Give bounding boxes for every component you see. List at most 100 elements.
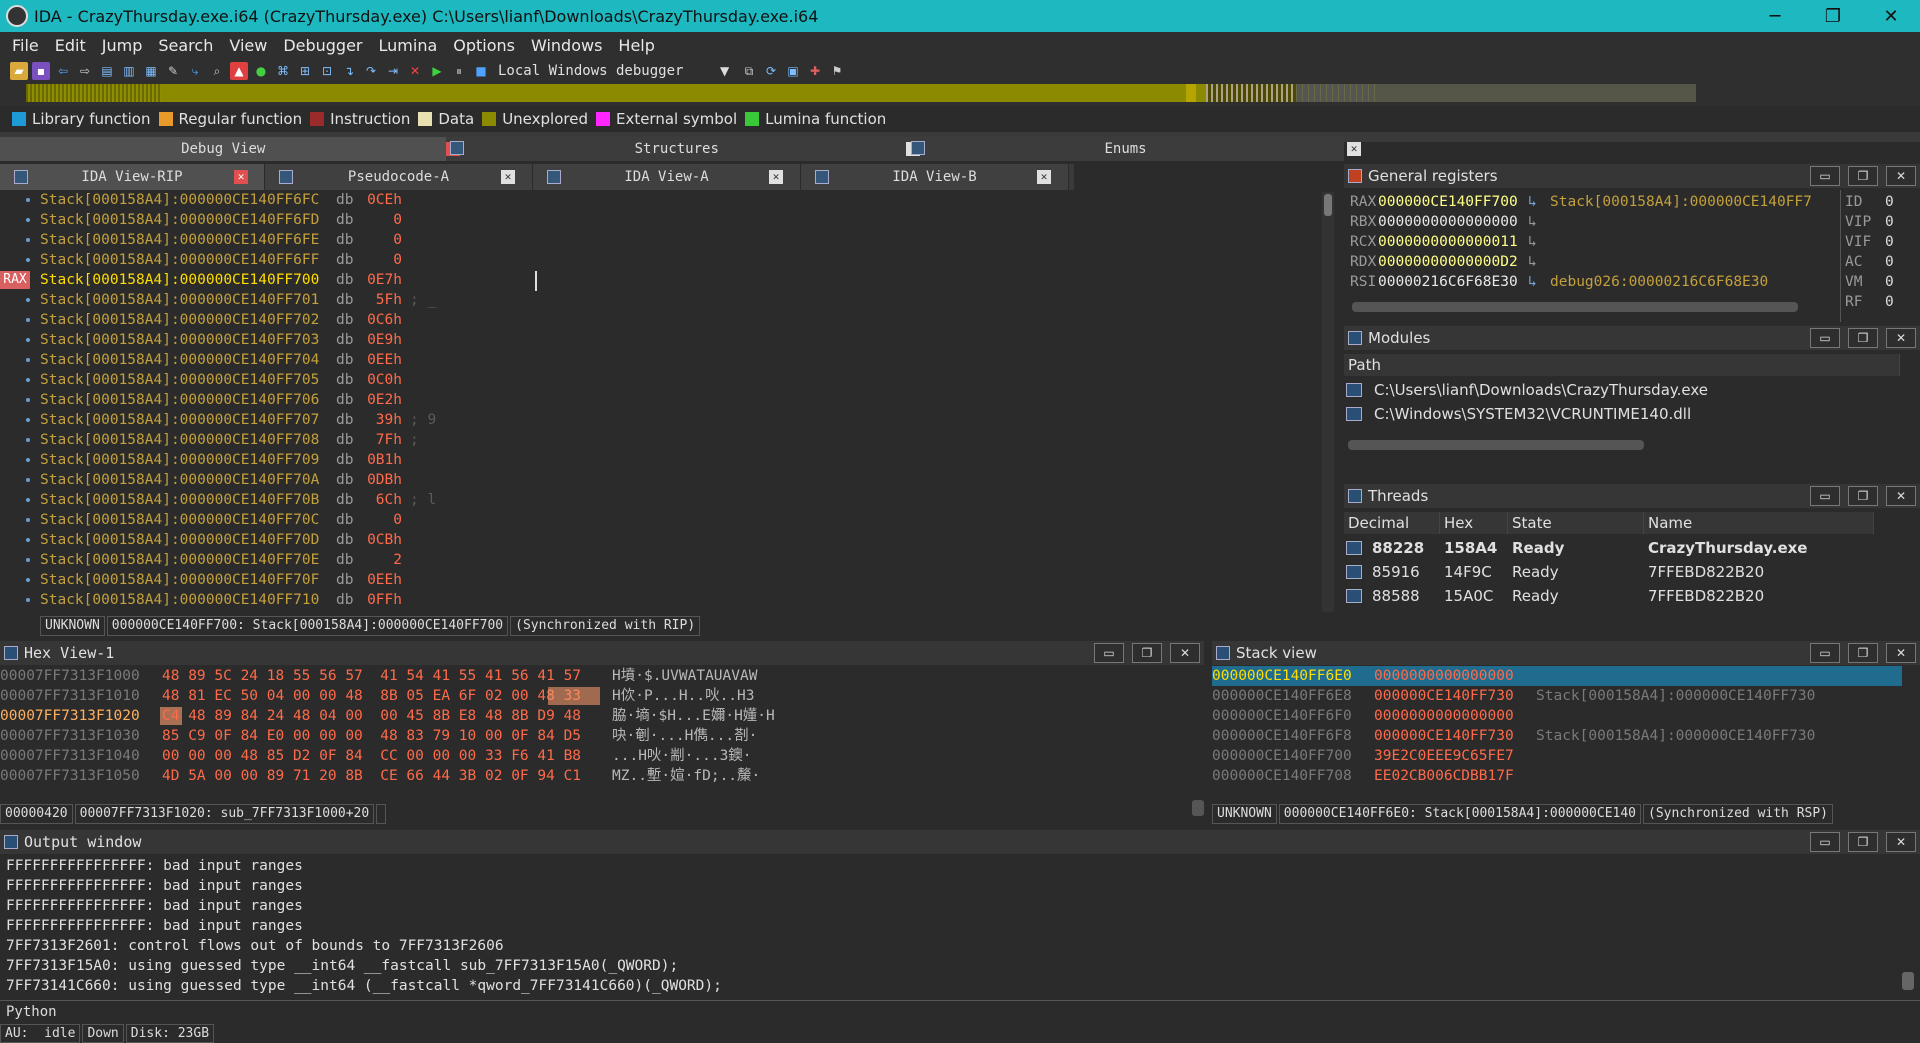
close-panel-button[interactable]: ✕ — [1886, 832, 1916, 852]
stack-row-selected[interactable]: 000000CE140FF6E0 0000000000000000 — [1212, 666, 1902, 686]
forward-icon[interactable]: ⇨ — [76, 62, 94, 80]
terminate-icon[interactable]: ✕ — [406, 62, 424, 80]
close-window-button[interactable]: ✕ — [1862, 6, 1920, 27]
disasm-line[interactable]: Stack[000158A4]:000000CE140FF706 db 0E2h — [0, 390, 1320, 410]
close-icon[interactable]: ✕ — [1037, 170, 1051, 184]
column-header-state[interactable]: State — [1508, 512, 1644, 534]
step-over-icon[interactable]: ↷ — [362, 62, 380, 80]
run-icon-green[interactable]: ● — [252, 62, 270, 80]
tab-ida-view-a[interactable]: IDA View-A ✕ — [533, 164, 801, 190]
float-panel-button[interactable]: ❐ — [1848, 832, 1878, 852]
menu-help[interactable]: Help — [610, 36, 662, 55]
segments-icon[interactable]: ▣ — [784, 62, 802, 80]
make-code-icon[interactable]: ▤ — [98, 62, 116, 80]
minimize-panel-button[interactable]: ▭ — [1810, 643, 1840, 663]
back-icon[interactable]: ⇦ — [54, 62, 72, 80]
breakpoint-icon[interactable]: ▲ — [230, 62, 248, 80]
close-icon[interactable]: ✕ — [501, 170, 515, 184]
column-header-path[interactable]: Path — [1344, 354, 1900, 376]
output-log[interactable]: FFFFFFFFFFFFFFFF: bad input ranges FFFFF… — [0, 854, 1920, 996]
tracing-icon[interactable]: ⚑ — [828, 62, 846, 80]
disasm-line[interactable]: Stack[000158A4]:000000CE140FF6FF db 0 — [0, 250, 1320, 270]
registers-hscrollbar[interactable] — [1352, 302, 1798, 312]
output-scrollbar[interactable] — [1902, 972, 1914, 990]
disasm-line-current[interactable]: Stack[000158A4]:000000CE140FF700 db 0E7h — [0, 270, 1320, 290]
menu-windows[interactable]: Windows — [523, 36, 610, 55]
menu-jump[interactable]: Jump — [94, 36, 151, 55]
tab-structures[interactable]: Structures ✕ — [446, 137, 921, 161]
stop-icon[interactable]: ■ — [472, 62, 490, 80]
tab-pseudocode-a[interactable]: Pseudocode-A ✕ — [265, 164, 533, 190]
menu-view[interactable]: View — [221, 36, 275, 55]
refresh-icon[interactable]: ⟳ — [762, 62, 780, 80]
disasm-line[interactable]: Stack[000158A4]:000000CE140FF710 db 0FFh — [0, 590, 1320, 610]
jump-icon[interactable]: ⤷ — [186, 62, 204, 80]
menu-lumina[interactable]: Lumina — [371, 36, 446, 55]
pause-icon[interactable]: ⏸ — [450, 62, 468, 80]
disasm-line[interactable]: Stack[000158A4]:000000CE140FF70C db 0 — [0, 510, 1320, 530]
tab-ida-view-rip[interactable]: IDA View-RIP ✕ — [0, 164, 265, 190]
patch-icon[interactable]: ✎ — [164, 62, 182, 80]
python-command-line[interactable]: Python — [0, 1000, 1920, 1024]
minimize-panel-button[interactable]: ▭ — [1810, 486, 1840, 506]
disasm-line[interactable]: Stack[000158A4]:000000CE140FF6FD db 0 — [0, 210, 1320, 230]
hex-view[interactable]: 00007FF7313F1000 48 89 5C 24 18 55 56 57 … — [0, 666, 1190, 796]
disasm-line[interactable]: Stack[000158A4]:000000CE140FF70D db 0CBh — [0, 530, 1320, 550]
run-to-cursor-icon[interactable]: ⇥ — [384, 62, 402, 80]
disasm-line[interactable]: Stack[000158A4]:000000CE140FF707 db 39h; 9 — [0, 410, 1320, 430]
menu-options[interactable]: Options — [445, 36, 523, 55]
disasm-line[interactable]: Stack[000158A4]:000000CE140FF705 db 0C0h — [0, 370, 1320, 390]
disasm-line[interactable]: Stack[000158A4]:000000CE140FF70B db 6Ch; l — [0, 490, 1320, 510]
disasm-line[interactable]: Stack[000158A4]:000000CE140FF704 db 0EEh — [0, 350, 1320, 370]
registers-view[interactable]: RAX 000000CE140FF700 ↳ Stack[000158A4]:0000… — [1348, 190, 1838, 322]
make-array-icon[interactable]: ▦ — [142, 62, 160, 80]
menu-debugger[interactable]: Debugger — [275, 36, 370, 55]
breakpoint-list-icon[interactable]: ✚ — [806, 62, 824, 80]
disasm-line[interactable]: Stack[000158A4]:000000CE140FF70F db 0EEh — [0, 570, 1320, 590]
disasm-line[interactable]: Stack[000158A4]:000000CE140FF6FE db 0 — [0, 230, 1320, 250]
menu-search[interactable]: Search — [150, 36, 221, 55]
column-header-hex[interactable]: Hex — [1440, 512, 1508, 534]
disasm-line[interactable]: Stack[000158A4]:000000CE140FF708 db 7Fh; — [0, 430, 1320, 450]
disasm-line[interactable]: Stack[000158A4]:000000CE140FF70E db 2 — [0, 550, 1320, 570]
close-panel-button[interactable]: ✕ — [1886, 166, 1916, 186]
open-file-icon[interactable]: ▰ — [10, 62, 28, 80]
attach-icon[interactable]: ⧉ — [740, 62, 758, 80]
scrollbar-thumb[interactable] — [1324, 194, 1332, 216]
disasm-line[interactable]: Stack[000158A4]:000000CE140FF702 db 0C6h — [0, 310, 1320, 330]
chevron-down-icon[interactable]: ▼ — [720, 62, 736, 80]
minimize-panel-button[interactable]: ▭ — [1810, 166, 1840, 186]
stack-row[interactable]: 000000CE140FF700 39E2C0EEE9C65FE7 — [1212, 746, 1902, 766]
close-panel-button[interactable]: ✕ — [1886, 643, 1916, 663]
float-panel-button[interactable]: ❐ — [1848, 486, 1878, 506]
float-panel-button[interactable]: ❐ — [1848, 643, 1878, 663]
modules-hscrollbar[interactable] — [1348, 440, 1644, 450]
stack-view[interactable]: 000000CE140FF6E0 0000000000000000 000000C… — [1212, 666, 1902, 796]
proximity-icon[interactable]: ⊞ — [296, 62, 314, 80]
stack-row[interactable]: 000000CE140FF6E8 000000CE140FF730 Stack[00… — [1212, 686, 1902, 706]
navigation-strip[interactable] — [26, 84, 1696, 102]
close-panel-button[interactable]: ✕ — [1170, 643, 1200, 663]
float-panel-button[interactable]: ❐ — [1848, 166, 1878, 186]
search-icon[interactable]: ⌕ — [208, 62, 226, 80]
modules-view[interactable]: Path C:\Users\lianf\Downloads\CrazyThurs… — [1344, 350, 1920, 454]
debugger-select[interactable]: Local Windows debugger — [498, 63, 716, 79]
float-panel-button[interactable]: ❐ — [1132, 643, 1162, 663]
disassembly-view[interactable]: Stack[000158A4]:000000CE140FF6FC db 0CEh S… — [0, 190, 1338, 614]
save-icon[interactable]: ▪ — [32, 62, 50, 80]
minimize-button[interactable]: ─ — [1746, 6, 1804, 27]
disasm-scrollbar[interactable] — [1322, 192, 1334, 612]
hexview-scrollbar[interactable] — [1192, 800, 1204, 816]
close-icon[interactable]: ✕ — [234, 170, 248, 184]
disasm-line[interactable]: Stack[000158A4]:000000CE140FF701 db 5Fh; _ — [0, 290, 1320, 310]
disasm-line[interactable]: Stack[000158A4]:000000CE140FF70A db 0DBh — [0, 470, 1320, 490]
flags-view[interactable]: ID 0 VIP 0 VIF 0 AC 0 VM 0 RF 0 — [1840, 190, 1920, 322]
disasm-line[interactable]: Stack[000158A4]:000000CE140FF6FC db 0CEh — [0, 190, 1320, 210]
python-label[interactable]: Python — [6, 1004, 57, 1020]
menu-edit[interactable]: Edit — [47, 36, 94, 55]
stack-row[interactable]: 000000CE140FF6F8 000000CE140FF730 Stack[00… — [1212, 726, 1902, 746]
navigation-band[interactable] — [0, 84, 1920, 106]
minimize-panel-button[interactable]: ▭ — [1810, 832, 1840, 852]
tab-ida-view-b[interactable]: IDA View-B ✕ — [801, 164, 1069, 190]
float-panel-button[interactable]: ❐ — [1848, 328, 1878, 348]
